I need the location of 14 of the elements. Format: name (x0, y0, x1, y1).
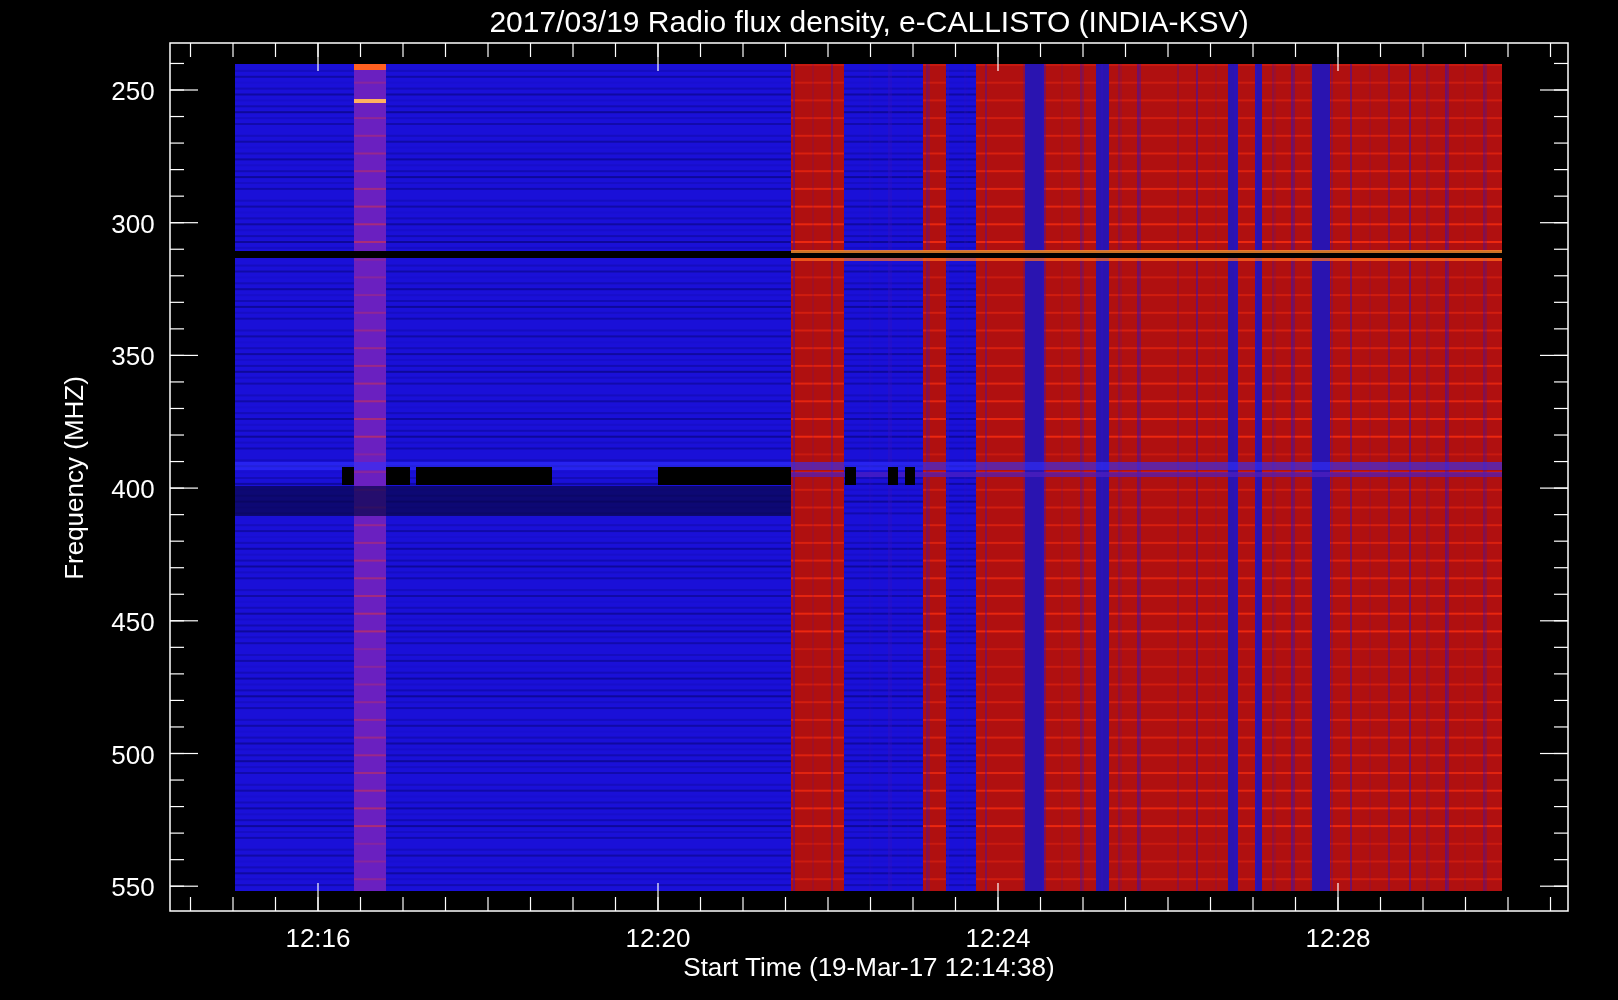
y-tick-label: 450 (111, 606, 155, 637)
y-axis-title: Frequency (MHZ) (59, 376, 89, 580)
y-tick-label: 400 (111, 474, 155, 505)
y-tick-label: 550 (111, 872, 155, 903)
x-tick-label: 12:16 (285, 923, 351, 953)
y-tick-label: 250 (111, 76, 155, 106)
y-tick-label: 300 (111, 208, 155, 239)
plot-title: 2017/03/19 Radio flux density, e-CALLISTO (INDIA-KSV) (489, 5, 1249, 38)
x-tick-label: 12:24 (965, 923, 1031, 953)
x-tick-label: 12:20 (625, 923, 691, 953)
y-tick-label: 350 (111, 341, 155, 372)
x-tick-label: 12:28 (1305, 923, 1371, 953)
y-tick-label: 500 (111, 739, 155, 770)
x-axis-title: Start Time (19-Mar-17 12:14:38) (683, 952, 1055, 982)
